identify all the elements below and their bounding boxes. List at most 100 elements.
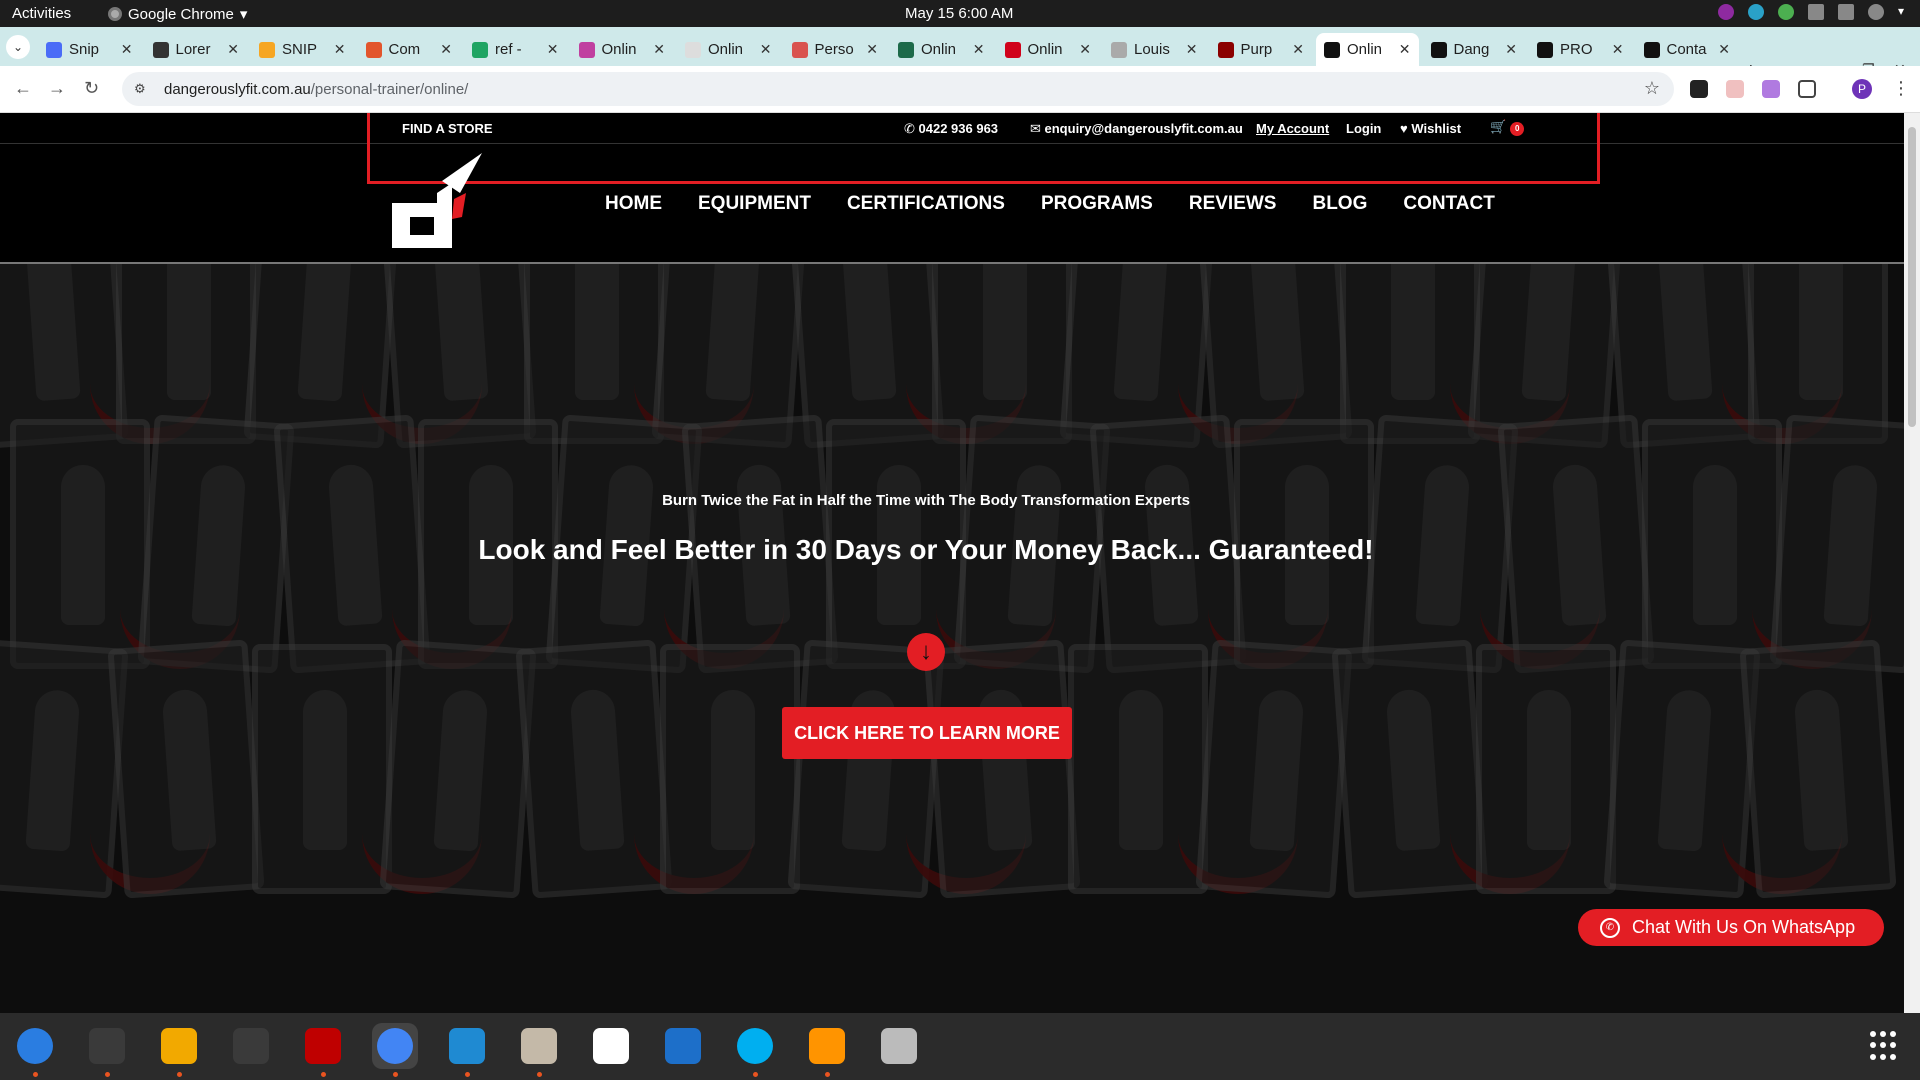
tab-title: ref - (495, 41, 522, 58)
tab-title: Conta (1666, 41, 1707, 58)
close-tab-icon[interactable]: ✕ (1612, 41, 1624, 58)
close-tab-icon[interactable]: ✕ (121, 41, 133, 58)
volume-icon[interactable] (1838, 4, 1854, 20)
reload-button[interactable]: ↻ (84, 78, 99, 99)
tab-title: PRO (1560, 41, 1593, 58)
libreoffice-writer-icon[interactable] (660, 1023, 706, 1069)
address-bar[interactable]: ⚙ dangerouslyfit.com.au/personal-trainer… (122, 72, 1674, 106)
extension-icon[interactable] (1762, 80, 1780, 98)
chrome-icon[interactable] (372, 1023, 418, 1069)
tray-update-icon[interactable] (1778, 4, 1794, 20)
close-tab-icon[interactable]: ✕ (547, 41, 559, 58)
nav-item-contact[interactable]: CONTACT (1403, 193, 1494, 215)
page-scrollbar[interactable] (1904, 113, 1920, 1013)
close-tab-icon[interactable]: ✕ (1186, 41, 1198, 58)
network-icon[interactable] (1808, 4, 1824, 20)
close-tab-icon[interactable]: ✕ (866, 41, 878, 58)
learn-more-button[interactable]: CLICK HERE TO LEARN MORE (782, 707, 1072, 759)
site-logo[interactable] (382, 153, 487, 251)
clock[interactable]: May 15 6:00 AM (905, 5, 1013, 22)
terminal-icon[interactable] (84, 1023, 130, 1069)
url-text[interactable]: dangerouslyfit.com.au/personal-trainer/o… (164, 81, 468, 98)
tray-app-icon[interactable] (1718, 4, 1734, 20)
system-monitor-icon[interactable] (228, 1023, 274, 1069)
close-tab-icon[interactable]: ✕ (1718, 41, 1730, 58)
files-icon[interactable] (516, 1023, 562, 1069)
skype-icon[interactable] (732, 1023, 778, 1069)
text-editor-icon[interactable] (588, 1023, 634, 1069)
terminal-glyph (89, 1028, 125, 1064)
nav-item-home[interactable]: HOME (605, 193, 662, 215)
tab-title: Onlin (1347, 41, 1383, 58)
browser-tab[interactable]: Com ✕ (358, 33, 461, 66)
browser-tab[interactable]: Conta ✕ (1636, 33, 1739, 66)
browser-tab[interactable]: Onlin ✕ (677, 33, 780, 66)
back-button[interactable]: ← (14, 78, 32, 99)
browser-tab[interactable]: Lorer ✕ (145, 33, 248, 66)
browser-tab[interactable]: PRO ✕ (1529, 33, 1632, 66)
close-tab-icon[interactable]: ✕ (334, 41, 346, 58)
close-tab-icon[interactable]: ✕ (973, 41, 985, 58)
tab-favicon-icon (578, 41, 595, 58)
eyedropper-extension-icon[interactable] (1690, 80, 1708, 98)
browser-tab[interactable]: Purp ✕ (1210, 33, 1313, 66)
power-icon[interactable] (1868, 4, 1884, 20)
hero-overlay (0, 264, 1904, 1013)
tab-title: SNIP (282, 41, 318, 58)
firefox-dev-icon[interactable] (804, 1023, 850, 1069)
close-tab-icon[interactable]: ✕ (760, 41, 772, 58)
browser-tab[interactable]: Snip ✕ (38, 33, 141, 66)
extensions-puzzle-icon[interactable] (1798, 80, 1816, 98)
browser-tab[interactable]: Perso ✕ (784, 33, 887, 66)
system-tray[interactable]: ▾ (1718, 4, 1908, 20)
nav-item-equipment[interactable]: EQUIPMENT (698, 193, 811, 215)
nav-item-programs[interactable]: PROGRAMS (1041, 193, 1153, 215)
tab-favicon-icon (365, 41, 382, 58)
close-tab-icon[interactable]: ✕ (227, 41, 239, 58)
hero-section: Burn Twice the Fat in Half the Time with… (0, 264, 1904, 1013)
tab-title: Perso (814, 41, 854, 58)
close-tab-icon[interactable]: ✕ (1079, 41, 1091, 58)
forward-button[interactable]: → (48, 78, 66, 99)
running-indicator (753, 1072, 758, 1077)
caret-down-icon[interactable]: ▾ (1898, 4, 1908, 20)
filezilla-icon[interactable] (300, 1023, 346, 1069)
extension-icon[interactable] (1726, 80, 1744, 98)
whatsapp-chat-button[interactable]: ✆ Chat With Us On WhatsApp (1578, 909, 1884, 946)
thunderbird-icon[interactable] (12, 1023, 58, 1069)
running-indicator (321, 1072, 326, 1077)
app-menu[interactable]: Google Chrome ▾ (108, 5, 247, 23)
browser-tab[interactable]: Onlin ✕ (890, 33, 993, 66)
site-info-icon[interactable]: ⚙ (134, 81, 150, 97)
browser-tab[interactable]: Louis ✕ (1103, 33, 1206, 66)
caret-down-icon: ▾ (239, 6, 248, 23)
close-tab-icon[interactable]: ✕ (440, 41, 452, 58)
profile-avatar[interactable]: P (1852, 79, 1872, 99)
nav-item-reviews[interactable]: REVIEWS (1189, 193, 1277, 215)
activities-button[interactable]: Activities (12, 5, 71, 22)
close-tab-icon[interactable]: ✕ (1505, 41, 1517, 58)
browser-tab[interactable]: Onlin ✕ (997, 33, 1100, 66)
nav-item-certifications[interactable]: CERTIFICATIONS (847, 193, 1005, 215)
browser-tab[interactable]: SNIP ✕ (251, 33, 354, 66)
arrow-down-circle-icon[interactable]: ↓ (907, 633, 945, 671)
calculator-icon[interactable] (156, 1023, 202, 1069)
scrollbar-thumb[interactable] (1908, 127, 1916, 427)
show-applications-icon[interactable] (1870, 1031, 1900, 1061)
close-tab-icon[interactable]: ✕ (1399, 41, 1411, 58)
nav-item-blog[interactable]: BLOG (1312, 193, 1367, 215)
tray-sync-icon[interactable] (1748, 4, 1764, 20)
disk-utility-icon[interactable] (876, 1023, 922, 1069)
running-indicator (177, 1072, 182, 1077)
bookmark-star-icon[interactable]: ☆ (1644, 78, 1660, 99)
tab-title: Onlin (601, 41, 637, 58)
browser-tab[interactable]: ref - ✕ (464, 33, 567, 66)
chrome-menu-icon[interactable]: ⋮ (1892, 78, 1910, 99)
close-tab-icon[interactable]: ✕ (1292, 41, 1304, 58)
browser-tab[interactable]: Dang ✕ (1423, 33, 1526, 66)
tab-search-button[interactable]: ⌄ (6, 35, 30, 59)
close-tab-icon[interactable]: ✕ (653, 41, 665, 58)
vscode-icon[interactable] (444, 1023, 490, 1069)
browser-tab[interactable]: Onlin ✕ (1316, 33, 1419, 66)
browser-tab[interactable]: Onlin ✕ (571, 33, 674, 66)
